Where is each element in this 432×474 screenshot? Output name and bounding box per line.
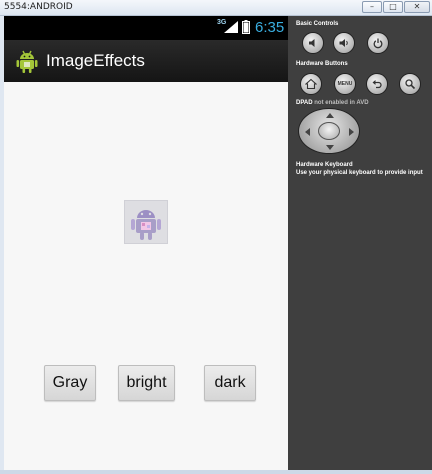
home-icon	[305, 78, 317, 90]
window-titlebar: 5554:ANDROID – □ ✕	[0, 0, 432, 16]
dpad-down-arrow-icon	[326, 145, 334, 150]
minimize-button[interactable]: –	[362, 1, 382, 13]
volume-up-icon	[339, 39, 348, 47]
dpad-label-title: DPAD	[296, 100, 313, 106]
search-icon	[405, 79, 416, 90]
android-robot-icon	[16, 50, 38, 73]
volume-down-button[interactable]	[302, 32, 324, 54]
basic-controls-label: Basic Controls	[296, 21, 339, 27]
volume-down-icon	[309, 39, 315, 47]
battery-icon	[242, 20, 250, 34]
search-button[interactable]	[399, 73, 421, 95]
close-button[interactable]: ✕	[404, 1, 430, 13]
robot-image-graphic	[131, 210, 161, 240]
dpad-label: DPAD not enabled in AVD	[296, 100, 369, 106]
hardware-keyboard-hint: Use your physical keyboard to provide in…	[296, 170, 423, 176]
menu-button[interactable]: MENU	[334, 73, 356, 95]
dpad[interactable]	[298, 108, 360, 154]
hardware-keyboard-label: Hardware Keyboard	[296, 162, 353, 168]
signal-icon	[224, 21, 238, 33]
dpad-right-arrow-icon	[349, 128, 354, 136]
dark-button[interactable]: dark	[204, 365, 256, 401]
bright-button[interactable]: bright	[118, 365, 175, 401]
status-bar: 3G 6:35	[4, 16, 288, 40]
menu-label: MENU	[337, 81, 353, 87]
back-button[interactable]	[366, 73, 388, 95]
dpad-label-note: not enabled in AVD	[314, 100, 369, 106]
dpad-up-arrow-icon	[326, 113, 334, 118]
action-bar: ImageEffects	[4, 40, 288, 82]
app-title: ImageEffects	[46, 51, 145, 70]
window-frame-bottom	[0, 470, 432, 474]
gray-button[interactable]: Gray	[44, 365, 96, 401]
device-screen: 3G 6:35 ImageEffects Gray bright dark	[4, 16, 288, 470]
home-button[interactable]	[300, 73, 322, 95]
window-title: 5554:ANDROID	[4, 2, 73, 12]
android-robot-image	[124, 200, 168, 244]
power-button[interactable]	[367, 32, 389, 54]
emulator-controls-panel: Basic Controls Hardware Buttons MENU DPA…	[288, 16, 432, 470]
status-time: 6:35	[255, 19, 285, 36]
maximize-button[interactable]: □	[383, 1, 403, 13]
dpad-center-button[interactable]	[318, 122, 340, 140]
power-icon	[373, 38, 383, 49]
content-area: Gray bright dark	[4, 82, 288, 470]
dpad-left-arrow-icon	[305, 128, 310, 136]
window-controls: – □ ✕	[362, 1, 430, 13]
volume-up-button[interactable]	[333, 32, 355, 54]
hardware-buttons-label: Hardware Buttons	[296, 61, 348, 67]
back-icon	[372, 80, 382, 89]
